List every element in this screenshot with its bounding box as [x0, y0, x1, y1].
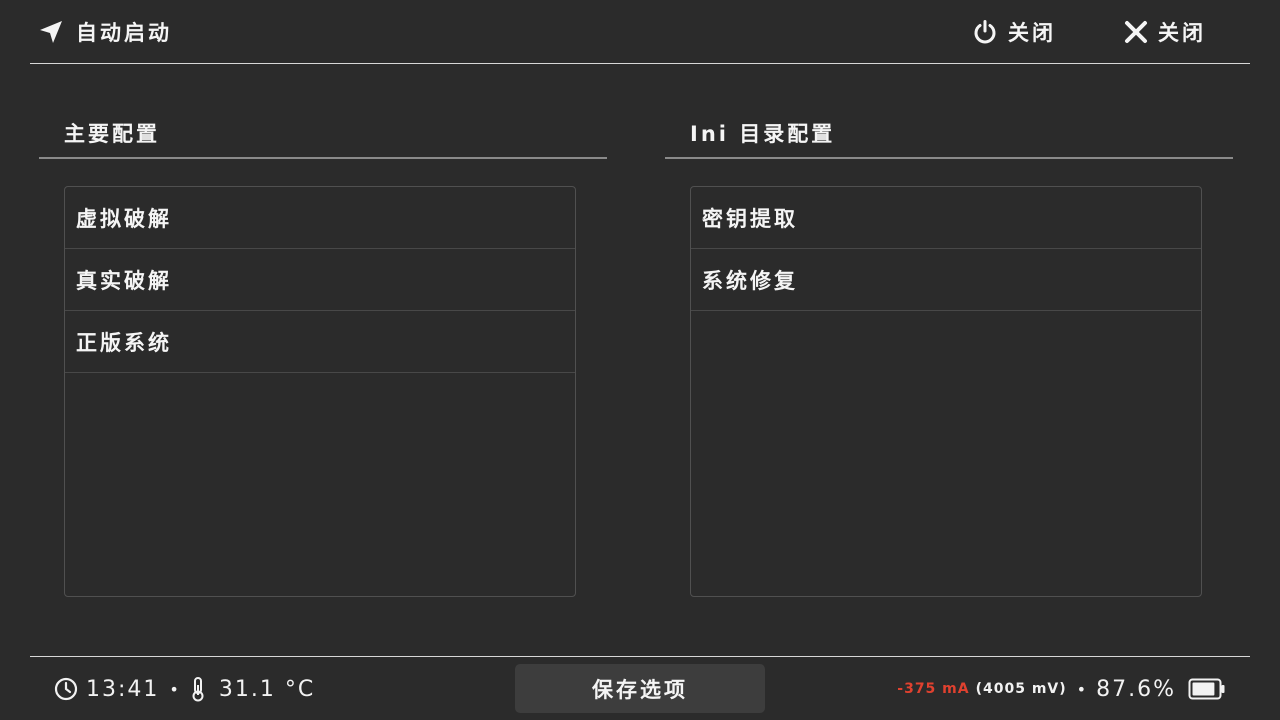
battery-percentage: 87.6%: [1096, 676, 1176, 702]
ini-config-list[interactable]: 密钥提取 系统修复: [690, 186, 1202, 597]
list-item-system-repair[interactable]: 系统修复: [691, 249, 1201, 311]
separator-dot: •: [1076, 679, 1087, 699]
main-config-title: 主要配置: [64, 122, 160, 146]
main-config-divider: [39, 157, 607, 159]
status-bar: 13:41 • 31.1 °C 保存选项 -375 mA (4005 mV) •…: [30, 656, 1250, 720]
power-icon: [974, 20, 996, 44]
clock-icon: [54, 677, 78, 701]
list-item-virtual-crack[interactable]: 虚拟破解: [65, 187, 575, 249]
ini-config-title: Ini 目录配置: [690, 122, 836, 146]
thermometer-icon: [192, 677, 204, 702]
app-screen: 自动启动 关闭 关闭 主要配置 虚拟破解 真实破解 正版系统 Ini 目录配置 …: [0, 0, 1280, 720]
status-right: -375 mA (4005 mV) • 87.6%: [897, 674, 1226, 704]
save-options-button[interactable]: 保存选项: [515, 664, 765, 713]
current-reading: -375 mA: [897, 681, 970, 697]
power-off-label: 关闭: [1008, 21, 1056, 45]
voltage-reading: (4005 mV): [975, 681, 1067, 697]
time-value: 13:41: [86, 676, 160, 702]
list-item-key-extract[interactable]: 密钥提取: [691, 187, 1201, 249]
list-item-real-crack[interactable]: 真实破解: [65, 249, 575, 311]
power-off-button[interactable]: 关闭: [972, 16, 1056, 48]
battery-icon: [1188, 678, 1225, 700]
ini-config-divider: [665, 157, 1233, 159]
main-config-list[interactable]: 虚拟破解 真实破解 正版系统: [64, 186, 576, 597]
list-item-genuine-system[interactable]: 正版系统: [65, 311, 575, 373]
top-bar: 自动启动 关闭 关闭: [30, 0, 1250, 64]
auto-start-label: 自动启动: [76, 21, 172, 45]
close-icon: [1125, 21, 1147, 43]
temperature-value: 31.1 °C: [218, 676, 316, 702]
navigation-arrow-icon: [40, 21, 62, 43]
status-left: 13:41 • 31.1 °C: [54, 674, 315, 704]
auto-start-button[interactable]: 自动启动: [38, 16, 172, 48]
close-label: 关闭: [1158, 21, 1206, 45]
close-button[interactable]: 关闭: [1124, 16, 1206, 48]
separator-dot: •: [169, 679, 181, 699]
